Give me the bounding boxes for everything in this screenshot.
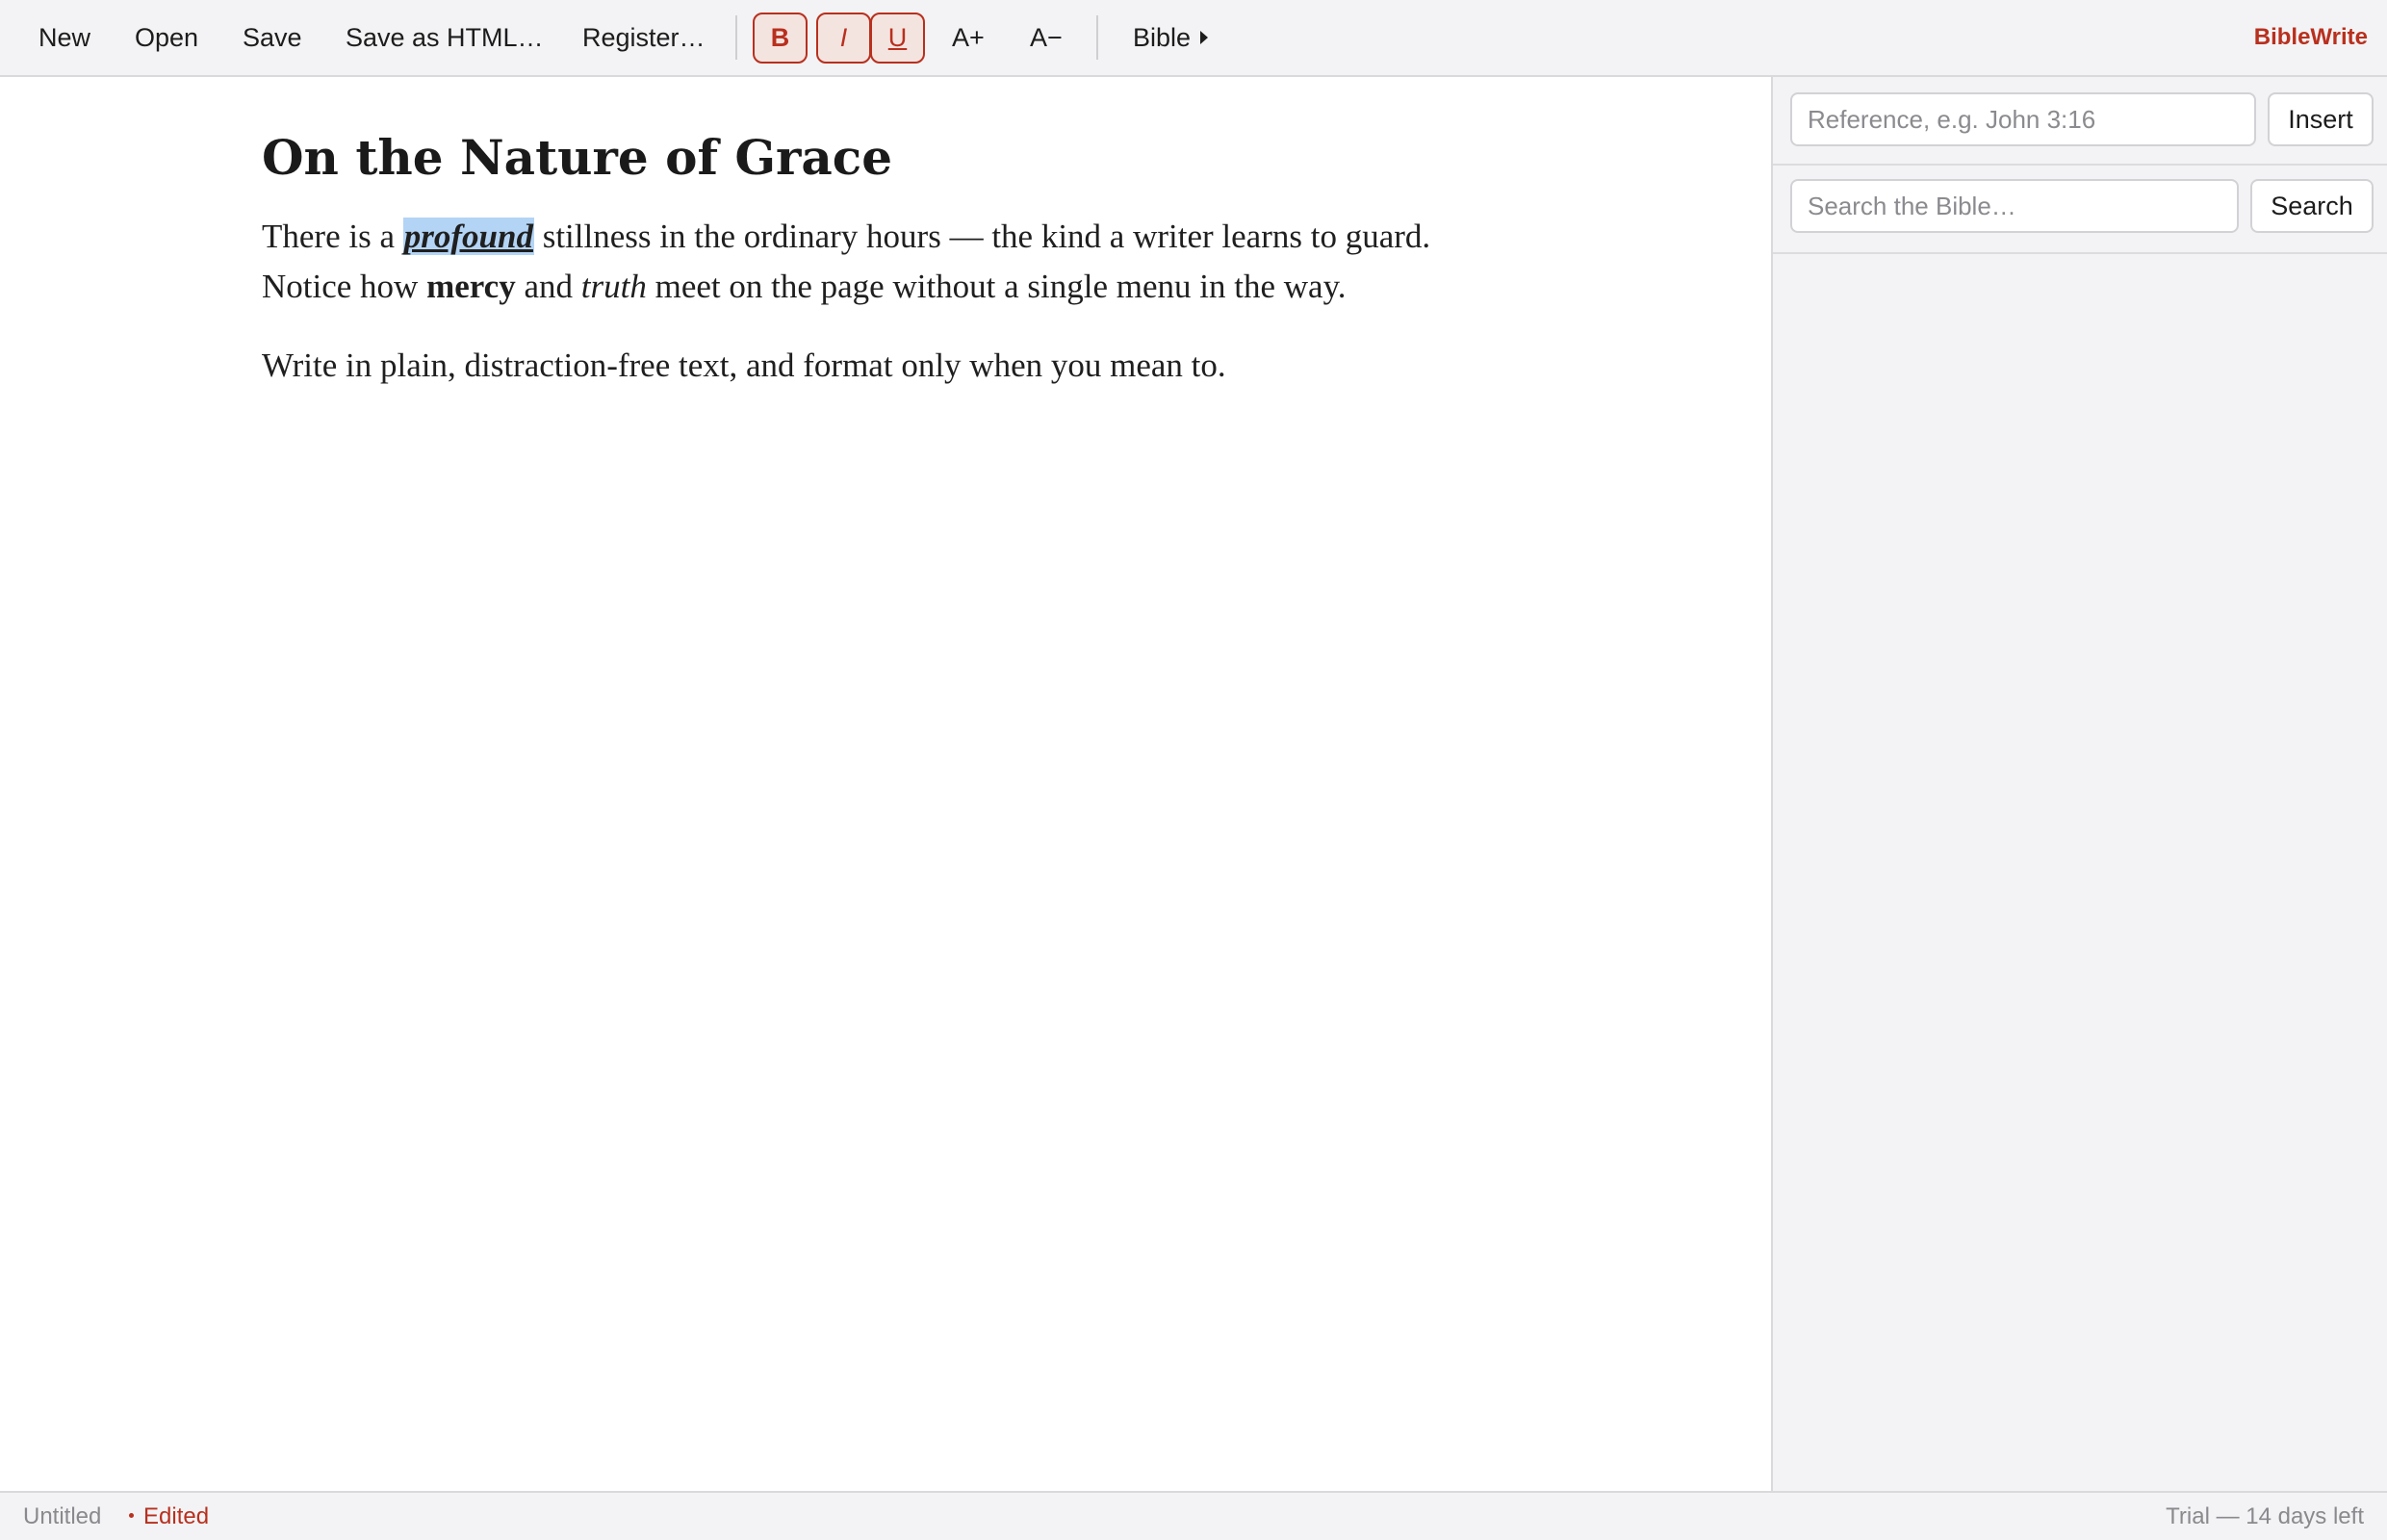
italic-word: truth — [580, 268, 647, 305]
toolbar-divider — [735, 15, 737, 60]
save-as-html-button[interactable]: Save as HTML… — [346, 0, 544, 75]
text-run: stillness in the ordinary hours — the ki… — [533, 218, 1431, 255]
dot-icon — [129, 1513, 134, 1519]
insert-button[interactable]: Insert — [2268, 92, 2374, 146]
font-larger-button[interactable]: A+ — [952, 0, 985, 75]
bible-menu-label: Bible — [1133, 23, 1192, 52]
text-run: Notice how — [262, 268, 427, 305]
new-button[interactable]: New — [38, 0, 90, 75]
bold-word: mercy — [426, 268, 516, 305]
edited-indicator: Edited — [129, 1493, 209, 1540]
paragraph: Write in plain, distraction-free text, a… — [262, 346, 1226, 384]
open-button[interactable]: Open — [135, 0, 198, 75]
trial-status: Trial — 14 days left — [2166, 1503, 2364, 1529]
search-row: Search — [1773, 166, 2387, 254]
toolbar: New Open Save Save as HTML… Register… B … — [0, 0, 2387, 77]
bold-button[interactable]: B — [753, 13, 808, 64]
text-run: meet on the page without a single menu i… — [646, 268, 1347, 305]
register-button[interactable]: Register… — [582, 0, 706, 75]
document-title: On the Nature of Grace — [262, 129, 893, 186]
bible-menu-button[interactable]: Bible — [1133, 0, 1209, 75]
italic-button[interactable]: I — [816, 13, 871, 64]
document-name: Untitled — [23, 1503, 102, 1529]
save-button[interactable]: Save — [243, 0, 302, 75]
editor-area[interactable]: On the Nature of Grace There is a profou… — [0, 77, 1771, 1491]
selected-word: profound — [402, 218, 534, 255]
underline-button[interactable]: U — [870, 13, 925, 64]
reference-row: Insert — [1773, 77, 2387, 166]
search-button[interactable]: Search — [2250, 179, 2374, 233]
text-run: and — [515, 268, 581, 305]
app-brand: BibleWrite — [2253, 24, 2368, 50]
bible-search-input[interactable] — [1790, 179, 2239, 233]
toolbar-divider — [1096, 15, 1098, 60]
edited-label: Edited — [143, 1503, 210, 1529]
paragraph: There is a profound stillness in the ord… — [262, 212, 1430, 312]
bible-sidebar: Insert Search — [1771, 77, 2387, 1491]
status-bar: Untitled Edited Trial — 14 days left — [0, 1491, 2387, 1540]
reference-input[interactable] — [1790, 92, 2256, 146]
chevron-right-icon — [1200, 30, 1209, 44]
text-run: There is a — [262, 218, 403, 255]
font-smaller-button[interactable]: A− — [1030, 0, 1063, 75]
